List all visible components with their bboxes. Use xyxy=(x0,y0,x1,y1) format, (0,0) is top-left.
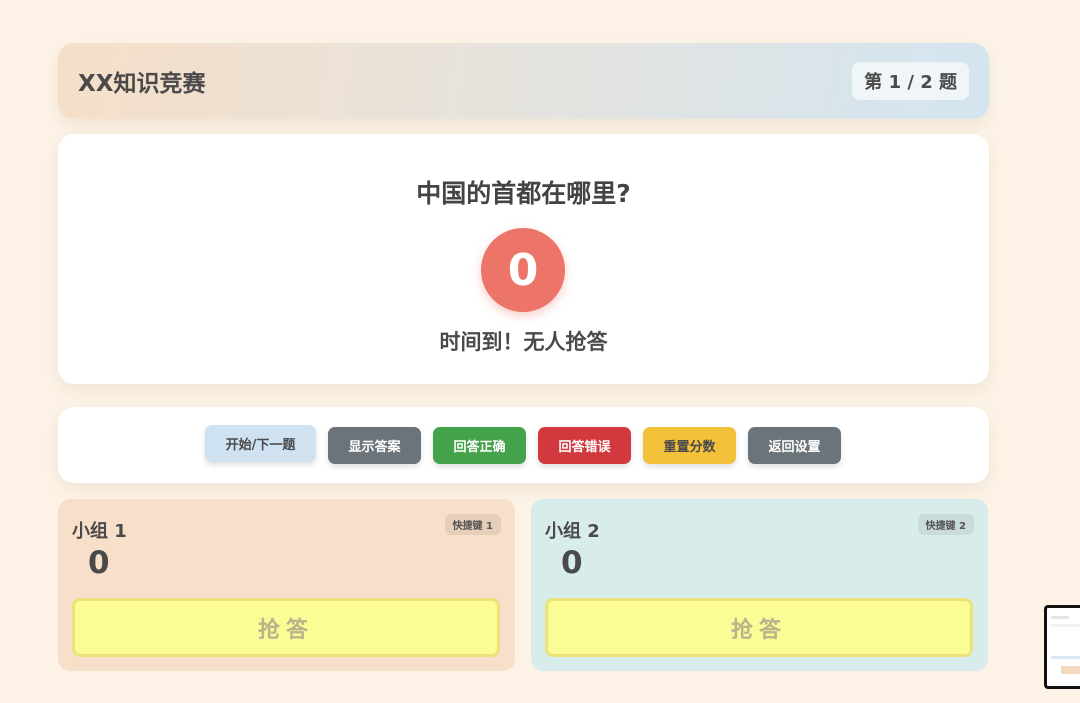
answer-correct-button[interactable]: 回答正确 xyxy=(433,427,526,464)
team-card-1: 小组 1 快捷键 1 0 抢答 xyxy=(58,499,515,671)
control-panel: 开始/下一题 显示答案 回答正确 回答错误 重置分数 返回设置 xyxy=(58,407,989,483)
answer-wrong-button[interactable]: 回答错误 xyxy=(538,427,631,464)
status-message: 时间到！无人抢答 xyxy=(439,330,608,354)
thumbnail-line xyxy=(1051,656,1080,659)
team-card-2: 小组 2 快捷键 2 0 抢答 xyxy=(531,499,988,671)
question-card: 中国的首都在哪里? 0 时间到！无人抢答 xyxy=(58,134,989,384)
quiz-title: XX知识竞赛 xyxy=(78,71,206,97)
question-progress-badge: 第 1 / 2 题 xyxy=(852,62,969,100)
countdown-timer: 0 xyxy=(481,228,565,312)
header-bar: XX知识竞赛 第 1 / 2 题 xyxy=(58,43,989,119)
reset-score-button[interactable]: 重置分数 xyxy=(643,427,736,464)
thumbnail-block xyxy=(1061,666,1080,674)
team-name: 小组 1 xyxy=(72,521,127,542)
team-score: 0 xyxy=(88,545,110,581)
question-text: 中国的首都在哪里? xyxy=(416,179,631,208)
next-question-button[interactable]: 开始/下一题 xyxy=(205,425,316,462)
back-to-settings-button[interactable]: 返回设置 xyxy=(748,427,841,464)
thumbnail-line xyxy=(1051,616,1069,619)
team-name: 小组 2 xyxy=(545,521,600,542)
buzz-button[interactable]: 抢答 xyxy=(72,598,500,657)
buzz-button[interactable]: 抢答 xyxy=(545,598,973,657)
hotkey-badge: 快捷键 1 xyxy=(444,514,501,535)
thumbnail-line xyxy=(1051,624,1080,627)
hotkey-badge: 快捷键 2 xyxy=(917,514,974,535)
team-score: 0 xyxy=(561,545,583,581)
window-thumbnail[interactable] xyxy=(1044,605,1080,689)
show-answer-button[interactable]: 显示答案 xyxy=(328,427,421,464)
